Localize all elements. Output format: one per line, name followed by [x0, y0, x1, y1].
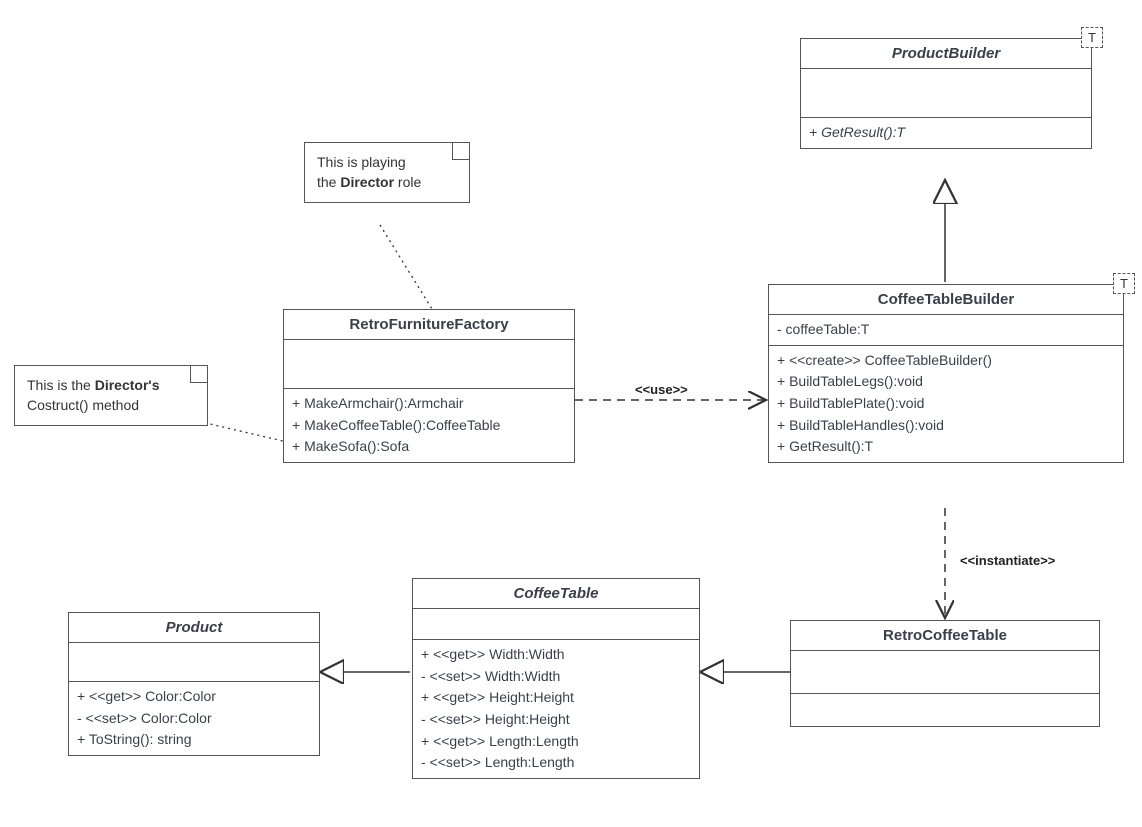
template-param: T — [1081, 27, 1103, 48]
edge-label-use: <<use>> — [633, 382, 690, 397]
operation: + GetResult():T — [809, 122, 1083, 144]
note-construct-method: This is the Director's Costruct() method — [14, 365, 208, 426]
operation: + <<get>> Length:Length — [421, 731, 691, 753]
class-name: RetroCoffeeTable — [791, 621, 1099, 651]
class-operations: + MakeArmchair():Armchair + MakeCoffeeTa… — [284, 389, 574, 462]
operation: + GetResult():T — [777, 436, 1115, 458]
operation: - <<set>> Width:Width — [421, 666, 691, 688]
class-coffee-table: CoffeeTable + <<get>> Width:Width - <<se… — [412, 578, 700, 779]
class-name: CoffeeTableBuilder — [769, 285, 1123, 315]
operation: + BuildTableHandles():void — [777, 415, 1115, 437]
class-operations: + <<get>> Color:Color - <<set>> Color:Co… — [69, 682, 319, 755]
class-coffee-table-builder: T CoffeeTableBuilder - coffeeTable:T + <… — [768, 284, 1124, 463]
class-name: Product — [69, 613, 319, 643]
class-name: ProductBuilder — [801, 39, 1091, 69]
note-line: This is playing — [317, 153, 457, 173]
class-name: RetroFurnitureFactory — [284, 310, 574, 340]
class-attributes — [69, 643, 319, 682]
operation: + <<create>> CoffeeTableBuilder() — [777, 350, 1115, 372]
template-param: T — [1113, 273, 1135, 294]
class-attributes — [284, 340, 574, 389]
operation: - <<set>> Color:Color — [77, 708, 311, 730]
class-product: Product + <<get>> Color:Color - <<set>> … — [68, 612, 320, 756]
operation: + <<get>> Color:Color — [77, 686, 311, 708]
class-operations: + GetResult():T — [801, 118, 1091, 148]
operation: - <<set>> Height:Height — [421, 709, 691, 731]
operation: + MakeCoffeeTable():CoffeeTable — [292, 415, 566, 437]
class-operations: + <<create>> CoffeeTableBuilder() + Buil… — [769, 346, 1123, 462]
operation: - <<set>> Length:Length — [421, 752, 691, 774]
class-attributes — [791, 651, 1099, 694]
note-fold-icon — [190, 366, 207, 383]
operation: + BuildTableLegs():void — [777, 371, 1115, 393]
attribute: - coffeeTable:T — [777, 319, 1115, 341]
operation: + <<get>> Height:Height — [421, 687, 691, 709]
class-attributes — [801, 69, 1091, 118]
uml-canvas: CoffeeTableBuilder (dashed dep) --> Retr… — [0, 0, 1142, 827]
class-retro-coffee-table: RetroCoffeeTable — [790, 620, 1100, 727]
note-line: Costruct() method — [27, 396, 195, 416]
class-name: CoffeeTable — [413, 579, 699, 609]
operation: + MakeSofa():Sofa — [292, 436, 566, 458]
operation: + BuildTablePlate():void — [777, 393, 1115, 415]
edge-label-instantiate: <<instantiate>> — [958, 553, 1057, 568]
class-retro-furniture-factory: RetroFurnitureFactory + MakeArmchair():A… — [283, 309, 575, 463]
class-operations — [791, 694, 1099, 726]
class-product-builder: T ProductBuilder + GetResult():T — [800, 38, 1092, 149]
note-line: This is the Director's — [27, 376, 195, 396]
note-director-role: This is playing the Director role — [304, 142, 470, 203]
operation: + <<get>> Width:Width — [421, 644, 691, 666]
operation: + ToString(): string — [77, 729, 311, 751]
note-fold-icon — [452, 143, 469, 160]
class-attributes — [413, 609, 699, 640]
class-attributes: - coffeeTable:T — [769, 315, 1123, 346]
class-operations: + <<get>> Width:Width - <<set>> Width:Wi… — [413, 640, 699, 778]
operation: + MakeArmchair():Armchair — [292, 393, 566, 415]
note-line: the Director role — [317, 173, 457, 193]
